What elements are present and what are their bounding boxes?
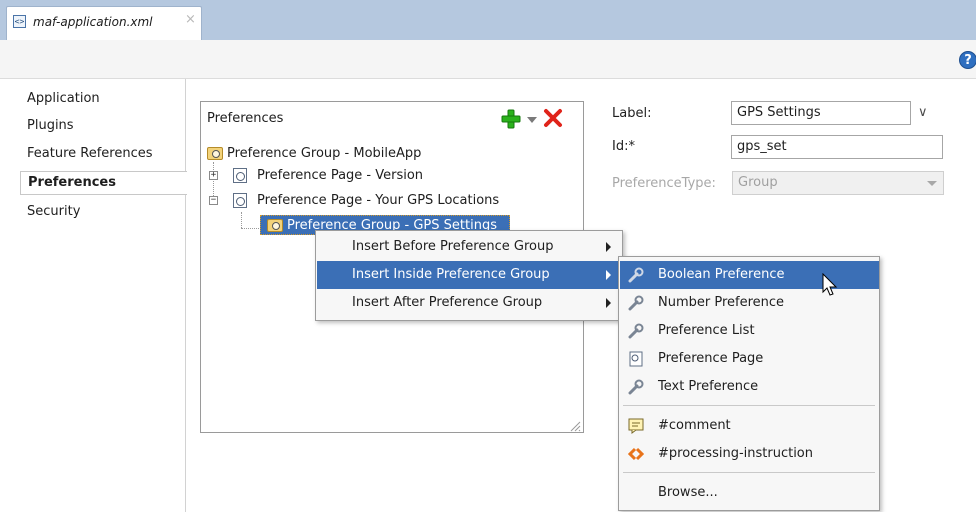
comment-icon	[628, 418, 644, 434]
wrench-icon	[628, 295, 644, 311]
menu-separator	[623, 405, 875, 406]
menu-item-label: Insert Before Preference Group	[352, 239, 554, 254]
editor-tab[interactable]: <> maf-application.xml ×	[6, 6, 202, 40]
wrench-icon	[628, 323, 644, 339]
nav-item-security[interactable]: Security	[27, 204, 80, 219]
select-arrow-icon	[927, 181, 937, 186]
tree-connector	[241, 228, 259, 229]
menu-item-number-preference[interactable]: Number Preference	[620, 289, 879, 317]
menu-item-boolean-preference[interactable]: Boolean Preference	[620, 261, 879, 289]
menu-item-browse[interactable]: Browse...	[620, 479, 879, 507]
left-navigation: Application Plugins Feature References P…	[0, 79, 187, 512]
mouse-cursor-icon	[822, 273, 838, 296]
delete-icon[interactable]	[543, 108, 563, 128]
preference-group-icon	[207, 147, 223, 160]
menu-item-label: Insert Inside Preference Group	[352, 267, 550, 282]
editor-tab-strip: <> maf-application.xml ×	[0, 0, 976, 40]
page-icon	[629, 351, 643, 367]
tab-close-icon[interactable]: ×	[185, 12, 196, 27]
menu-separator	[623, 472, 875, 473]
preference-type-label: PreferenceType:	[612, 176, 716, 191]
menu-item-label: Browse...	[658, 485, 718, 500]
tree-node-preference-group-mobileapp[interactable]: Preference Group - MobileApp	[227, 146, 421, 161]
resize-grip-icon[interactable]	[569, 420, 581, 432]
tree-connector	[241, 212, 242, 228]
menu-item-label: Preference Page	[658, 351, 764, 366]
help-icon[interactable]: ?	[959, 51, 976, 69]
tree-collapse-icon[interactable]: −	[209, 196, 218, 205]
nav-item-preferences[interactable]: Preferences	[20, 171, 187, 195]
context-menu: Insert Before Preference Group Insert In…	[315, 230, 623, 321]
preference-type-select: Group	[732, 171, 944, 195]
wrench-icon	[628, 267, 644, 283]
label-field-label: Label:	[612, 106, 652, 121]
processing-instruction-icon	[628, 447, 644, 461]
menu-item-label: Number Preference	[658, 295, 785, 310]
tree-node-preference-page-version[interactable]: Preference Page - Version	[257, 168, 423, 183]
menu-item-preference-page[interactable]: Preference Page	[620, 345, 879, 373]
menu-item-preference-list[interactable]: Preference List	[620, 317, 879, 345]
menu-item-label: Preference List	[658, 323, 755, 338]
menu-item-processing-instruction[interactable]: #processing-instruction	[620, 440, 879, 468]
menu-item-comment[interactable]: #comment	[620, 412, 879, 440]
nav-item-plugins[interactable]: Plugins	[27, 118, 74, 133]
preferences-panel-title: Preferences	[207, 111, 284, 126]
menu-item-label: #comment	[658, 418, 731, 433]
editor-tab-title: maf-application.xml	[33, 15, 153, 29]
menu-item-insert-after[interactable]: Insert After Preference Group	[317, 289, 621, 317]
add-dropdown-arrow-icon[interactable]	[527, 117, 537, 123]
submenu-arrow-icon	[606, 270, 611, 280]
tree-expand-icon[interactable]: +	[209, 171, 218, 180]
menu-item-label: #processing-instruction	[658, 446, 813, 461]
add-icon[interactable]	[501, 109, 521, 129]
menu-item-insert-inside[interactable]: Insert Inside Preference Group	[317, 261, 621, 289]
insert-inside-submenu: Boolean Preference Number Preference Pre…	[618, 256, 880, 511]
label-field[interactable]: GPS Settings	[731, 101, 911, 125]
preference-page-icon	[233, 168, 247, 183]
submenu-arrow-icon	[606, 242, 611, 252]
preference-page-icon	[233, 193, 247, 208]
menu-item-insert-before[interactable]: Insert Before Preference Group	[317, 233, 621, 261]
nav-item-application[interactable]: Application	[27, 91, 100, 106]
menu-item-label: Boolean Preference	[658, 267, 785, 282]
submenu-arrow-icon	[606, 298, 611, 308]
nav-item-preferences-label: Preferences	[28, 175, 116, 190]
tree-node-preference-page-your-gps-locations[interactable]: Preference Page - Your GPS Locations	[257, 193, 499, 208]
preference-type-value: Group	[738, 175, 778, 190]
menu-item-label: Text Preference	[658, 379, 759, 394]
menu-item-label: Insert After Preference Group	[352, 295, 543, 310]
preference-group-icon	[267, 219, 283, 232]
label-dropdown-chevron-icon[interactable]: ∨	[918, 105, 928, 120]
xml-file-icon: <>	[13, 15, 26, 28]
nav-item-feature-references[interactable]: Feature References	[27, 146, 153, 161]
wrench-icon	[628, 379, 644, 395]
id-field[interactable]: gps_set	[731, 135, 943, 159]
menu-item-text-preference[interactable]: Text Preference	[620, 373, 879, 401]
id-field-label: Id:*	[612, 139, 635, 154]
editor-toolbar: ?	[0, 40, 976, 79]
